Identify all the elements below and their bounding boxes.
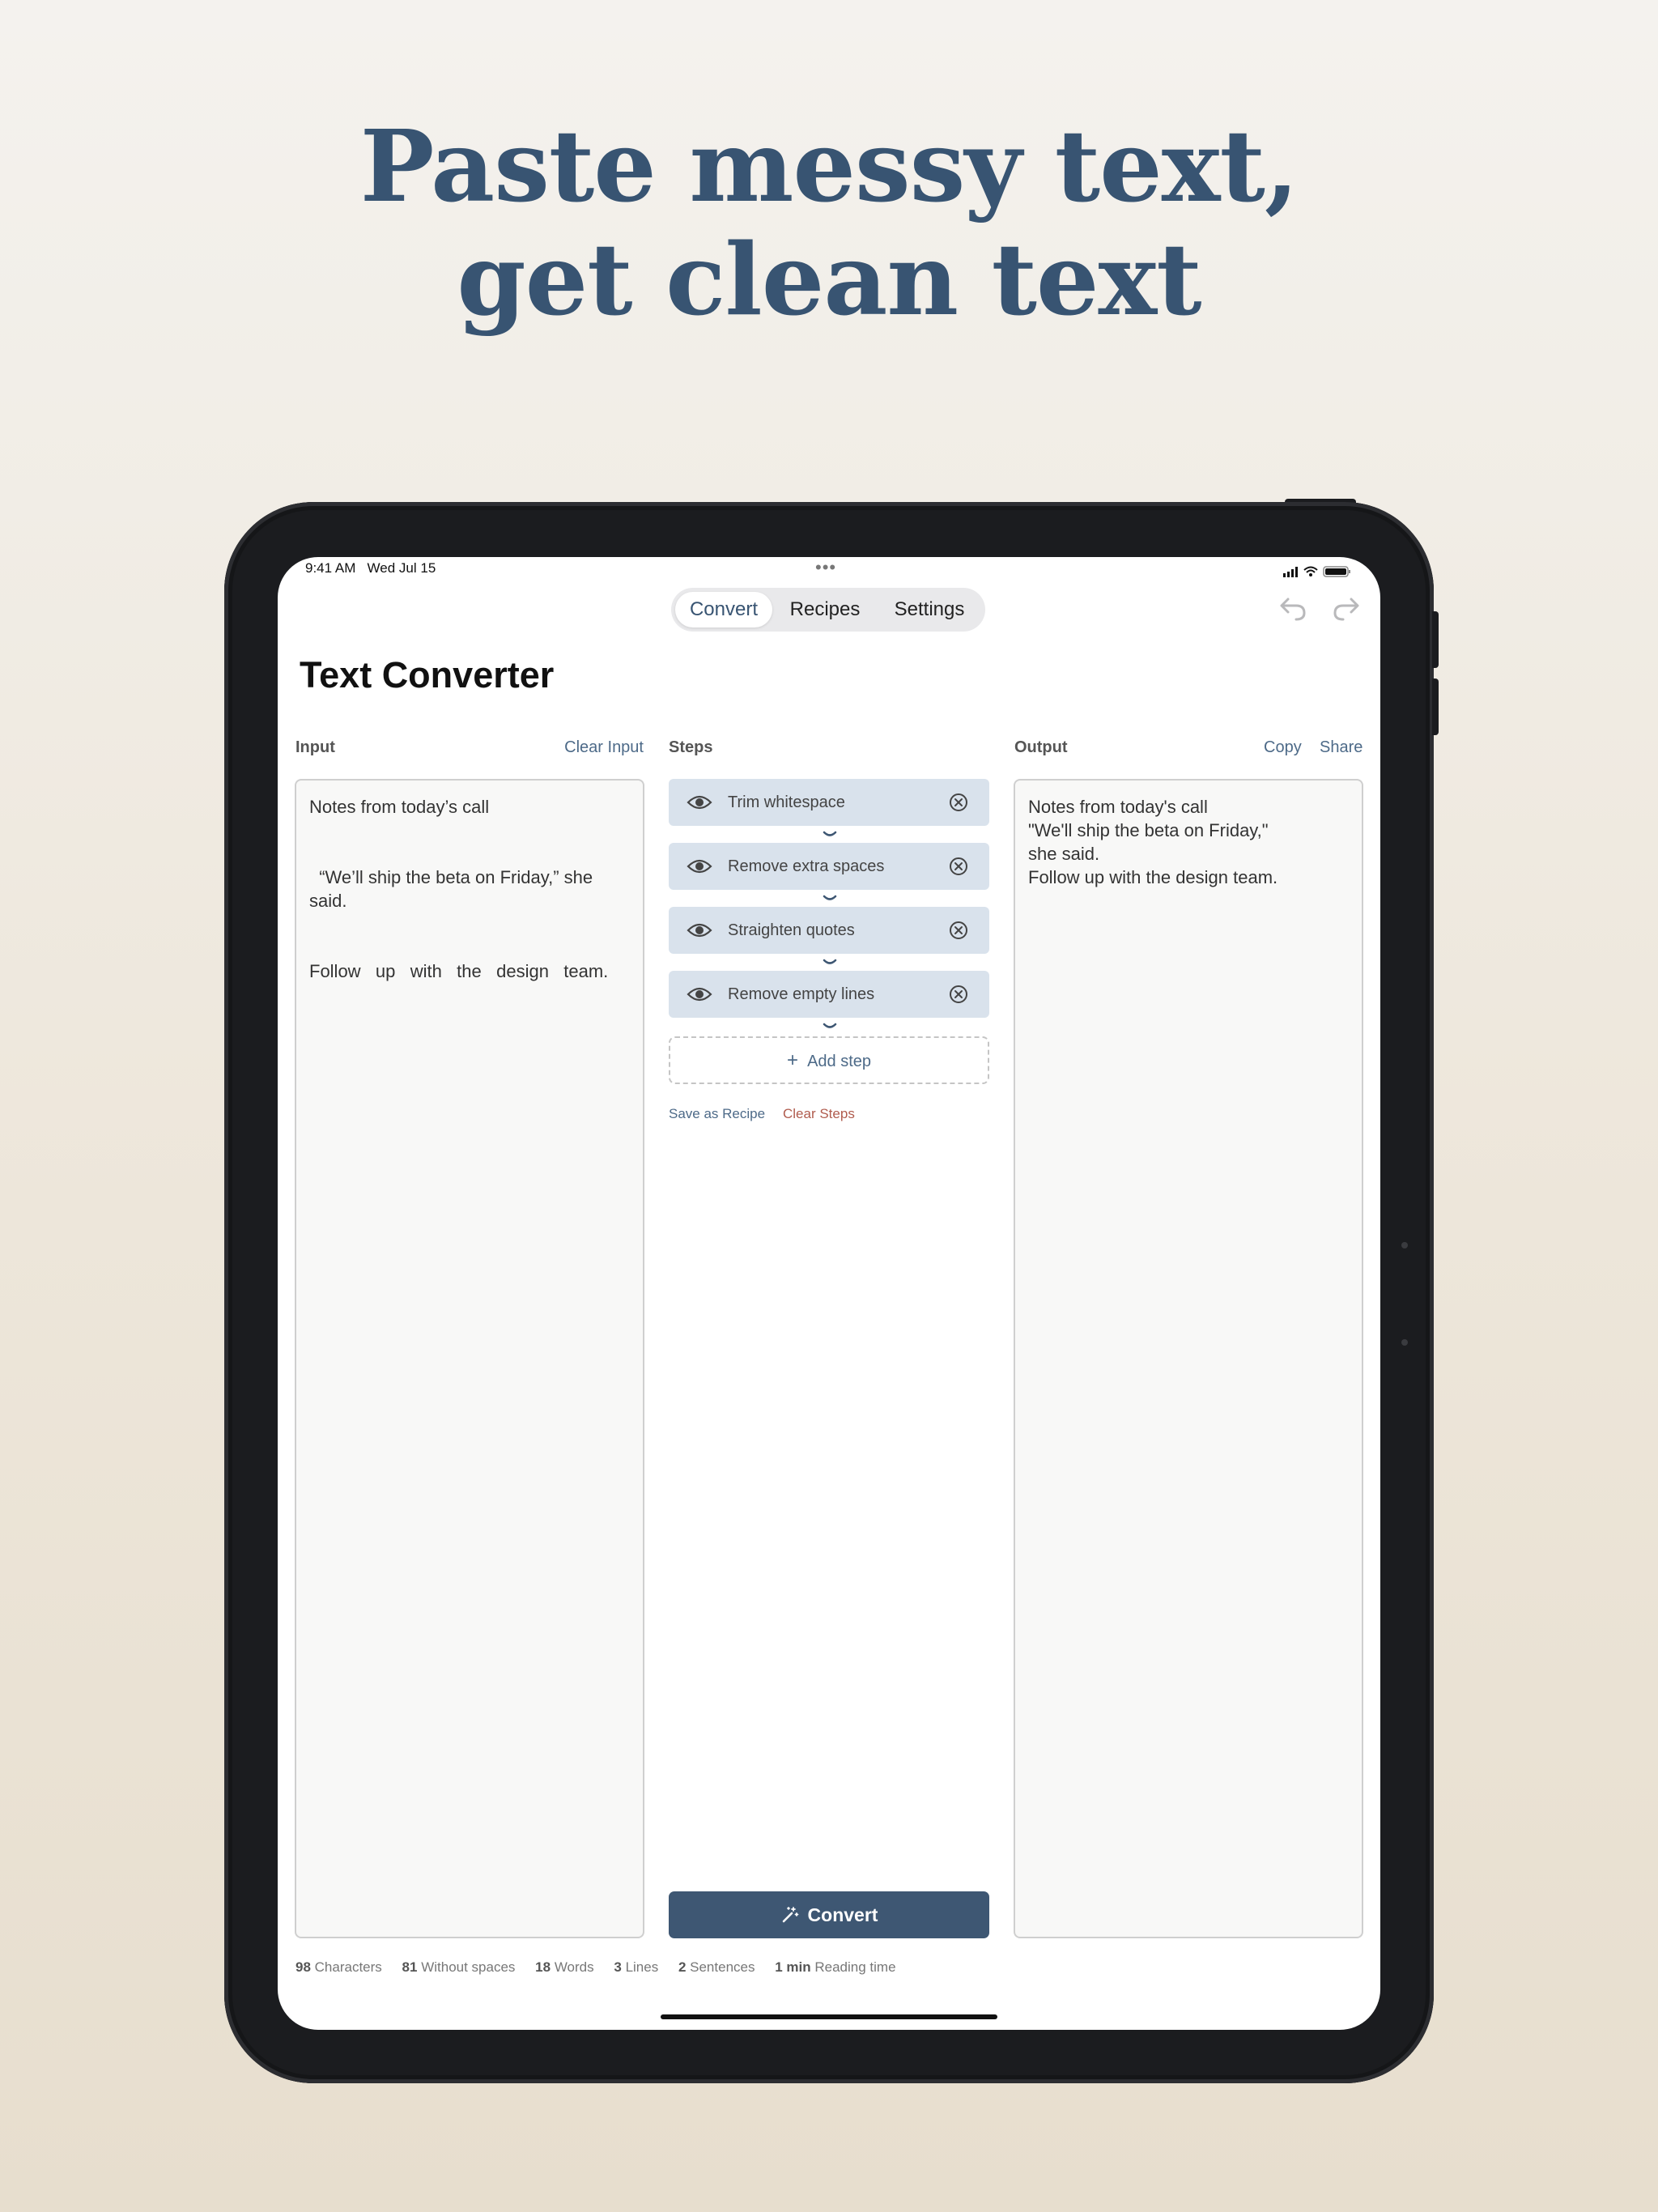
- save-as-recipe-button[interactable]: Save as Recipe: [669, 1106, 765, 1122]
- input-label: Input: [295, 738, 335, 756]
- device-volume-up: [1432, 611, 1439, 668]
- wifi-icon: [1303, 566, 1318, 573]
- stat-words: 18 Words: [535, 1959, 594, 1975]
- tab-settings[interactable]: Settings: [878, 592, 981, 627]
- eye-icon[interactable]: [687, 985, 712, 1004]
- multitasking-dots[interactable]: •••: [815, 557, 836, 578]
- magic-wand-icon: [782, 1907, 798, 1923]
- redo-icon[interactable]: [1330, 594, 1363, 623]
- chevron-down-icon: [823, 959, 837, 964]
- input-line: [309, 936, 630, 959]
- input-line: Follow up with the design team.: [309, 961, 609, 981]
- output-line: "We'll ship the beta on Friday,": [1028, 820, 1269, 840]
- add-step-label: Add step: [807, 1053, 872, 1070]
- status-icons: [1283, 566, 1350, 577]
- status-bar-time: 9:41 AM Wed Jul 15: [305, 560, 436, 576]
- input-line: said.: [309, 891, 347, 911]
- share-button[interactable]: Share: [1320, 738, 1363, 757]
- steps-label: Steps: [669, 738, 713, 756]
- battery-icon: [1323, 566, 1350, 577]
- output-line: Follow up with the design team.: [1028, 867, 1278, 887]
- eye-icon[interactable]: [687, 857, 712, 876]
- stat-characters: 98 Characters: [295, 1959, 382, 1975]
- stat-reading-time: 1 min Reading time: [775, 1959, 896, 1975]
- input-line: “We’ll ship the beta on Friday,” she: [309, 867, 593, 887]
- input-line: [309, 819, 630, 842]
- text-statistics: 98 Characters 81 Without spaces 18 Words…: [295, 1959, 912, 1976]
- headline: Paste messy text, get clean text: [0, 109, 1658, 336]
- step-remove-extra-spaces[interactable]: Remove extra spaces: [669, 843, 989, 890]
- tab-convert[interactable]: Convert: [675, 592, 772, 627]
- output-label: Output: [1014, 738, 1068, 756]
- chevron-down-icon: [823, 895, 837, 900]
- app-screen: 9:41 AM Wed Jul 15 ••• Convert Recipes S…: [278, 557, 1380, 2030]
- device-sensor-dot: [1401, 1242, 1408, 1249]
- stat-lines: 3 Lines: [614, 1959, 659, 1975]
- home-indicator[interactable]: [661, 2014, 997, 2019]
- undo-icon[interactable]: [1277, 594, 1309, 623]
- headline-line-1: Paste messy text,: [359, 108, 1299, 224]
- remove-step-icon[interactable]: [949, 985, 968, 1004]
- stat-sentences: 2 Sentences: [678, 1959, 755, 1975]
- remove-step-icon[interactable]: [949, 793, 968, 812]
- tab-recipes[interactable]: Recipes: [776, 592, 874, 627]
- page-title: Text Converter: [300, 654, 555, 696]
- device-volume-down: [1432, 678, 1439, 735]
- input-line: [309, 912, 630, 936]
- headline-line-2: get clean text: [457, 221, 1201, 338]
- eye-icon[interactable]: [687, 793, 712, 812]
- add-step-button[interactable]: + Add step: [669, 1036, 989, 1084]
- step-name: Remove extra spaces: [728, 857, 885, 875]
- step-straighten-quotes[interactable]: Straighten quotes: [669, 907, 989, 954]
- step-name: Remove empty lines: [728, 985, 875, 1003]
- convert-button-label: Convert: [807, 1904, 878, 1925]
- eye-icon[interactable]: [687, 921, 712, 940]
- device-sensor-dot: [1401, 1339, 1408, 1346]
- tab-segmented-control: Convert Recipes Settings: [671, 588, 985, 632]
- remove-step-icon[interactable]: [949, 921, 968, 940]
- convert-button[interactable]: Convert: [669, 1891, 989, 1938]
- step-remove-empty-lines[interactable]: Remove empty lines: [669, 971, 989, 1018]
- clear-input-button[interactable]: Clear Input: [563, 738, 644, 757]
- step-name: Trim whitespace: [728, 793, 845, 811]
- output-line: she said.: [1028, 844, 1100, 864]
- step-name: Straighten quotes: [728, 921, 855, 939]
- stat-without-spaces: 81 Without spaces: [402, 1959, 516, 1975]
- remove-step-icon[interactable]: [949, 857, 968, 876]
- output-text-area[interactable]: Notes from today's call "We'll ship the …: [1014, 779, 1363, 1938]
- input-line: Notes from today’s call: [309, 797, 490, 817]
- input-text-area[interactable]: Notes from today’s call “We’ll ship the …: [295, 779, 644, 1938]
- chevron-down-icon: [823, 1023, 837, 1028]
- plus-icon: +: [786, 1049, 798, 1071]
- chevron-down-icon: [823, 831, 837, 836]
- step-trim-whitespace[interactable]: Trim whitespace: [669, 779, 989, 826]
- copy-button[interactable]: Copy: [1264, 738, 1302, 757]
- output-line: Notes from today's call: [1028, 797, 1208, 817]
- cellular-signal-icon: [1283, 567, 1298, 577]
- input-line: [309, 842, 630, 866]
- clear-steps-button[interactable]: Clear Steps: [783, 1106, 855, 1122]
